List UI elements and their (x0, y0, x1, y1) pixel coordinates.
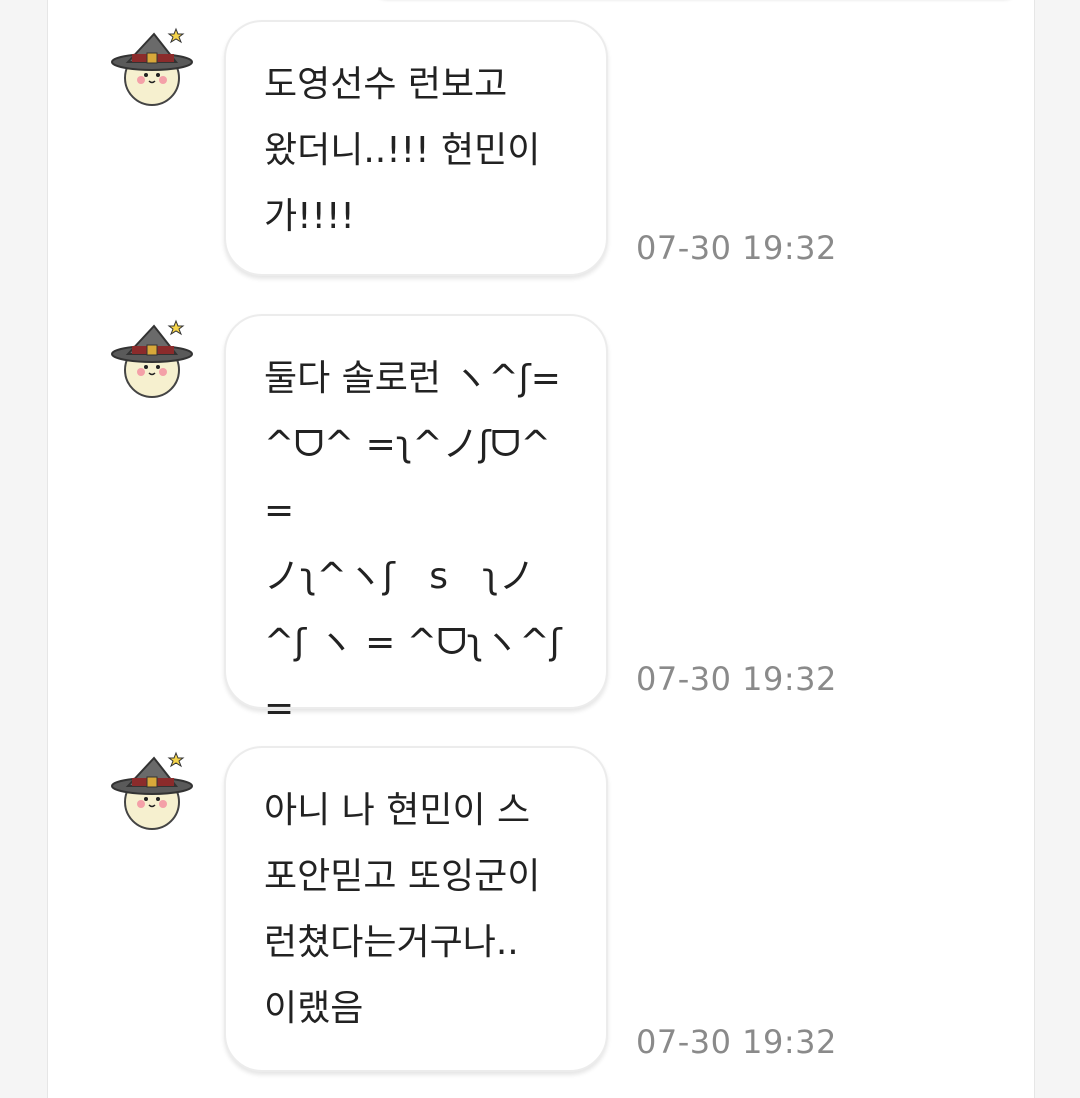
message-text: 도영선수 런보고 왔더니..!!! 현민이 가!!!! (264, 64, 541, 237)
chat-screen: 도영선수 런보고 왔더니..!!! 현민이 가!!!! 07-30 19:32 … (0, 0, 1080, 1098)
message-bubble[interactable]: 도영선수 런보고 왔더니..!!! 현민이 가!!!! (224, 20, 608, 276)
witch-hat-character-avatar-icon[interactable] (110, 750, 194, 830)
message-timestamp: 07-30 19:32 (636, 1023, 837, 1061)
witch-hat-character-avatar-icon[interactable] (110, 318, 194, 398)
message-timestamp: 07-30 19:32 (636, 660, 837, 698)
message-bubble[interactable]: 둘다 솔로런 ヽ^ʃ= ^ᗜ^ =ʅ^ノʃᗜ^ = ノʅ^ヽʃ s ʅノ ^ʃ … (224, 314, 608, 795)
witch-hat-character-avatar-icon[interactable] (110, 26, 194, 106)
message-timestamp: 07-30 19:32 (636, 229, 837, 267)
message-bubble[interactable]: 아니 나 현민이 스 포안믿고 또잉군이 런쳤다는거구나.. 이랬음 (224, 746, 608, 1072)
message-text: 둘다 솔로런 ヽ^ʃ= ^ᗜ^ =ʅ^ノʃᗜ^ = ノʅ^ヽʃ s ʅノ ^ʃ … (264, 358, 562, 795)
message-text: 아니 나 현민이 스 포안믿고 또잉군이 런쳤다는거구나.. 이랬음 (264, 790, 541, 1029)
